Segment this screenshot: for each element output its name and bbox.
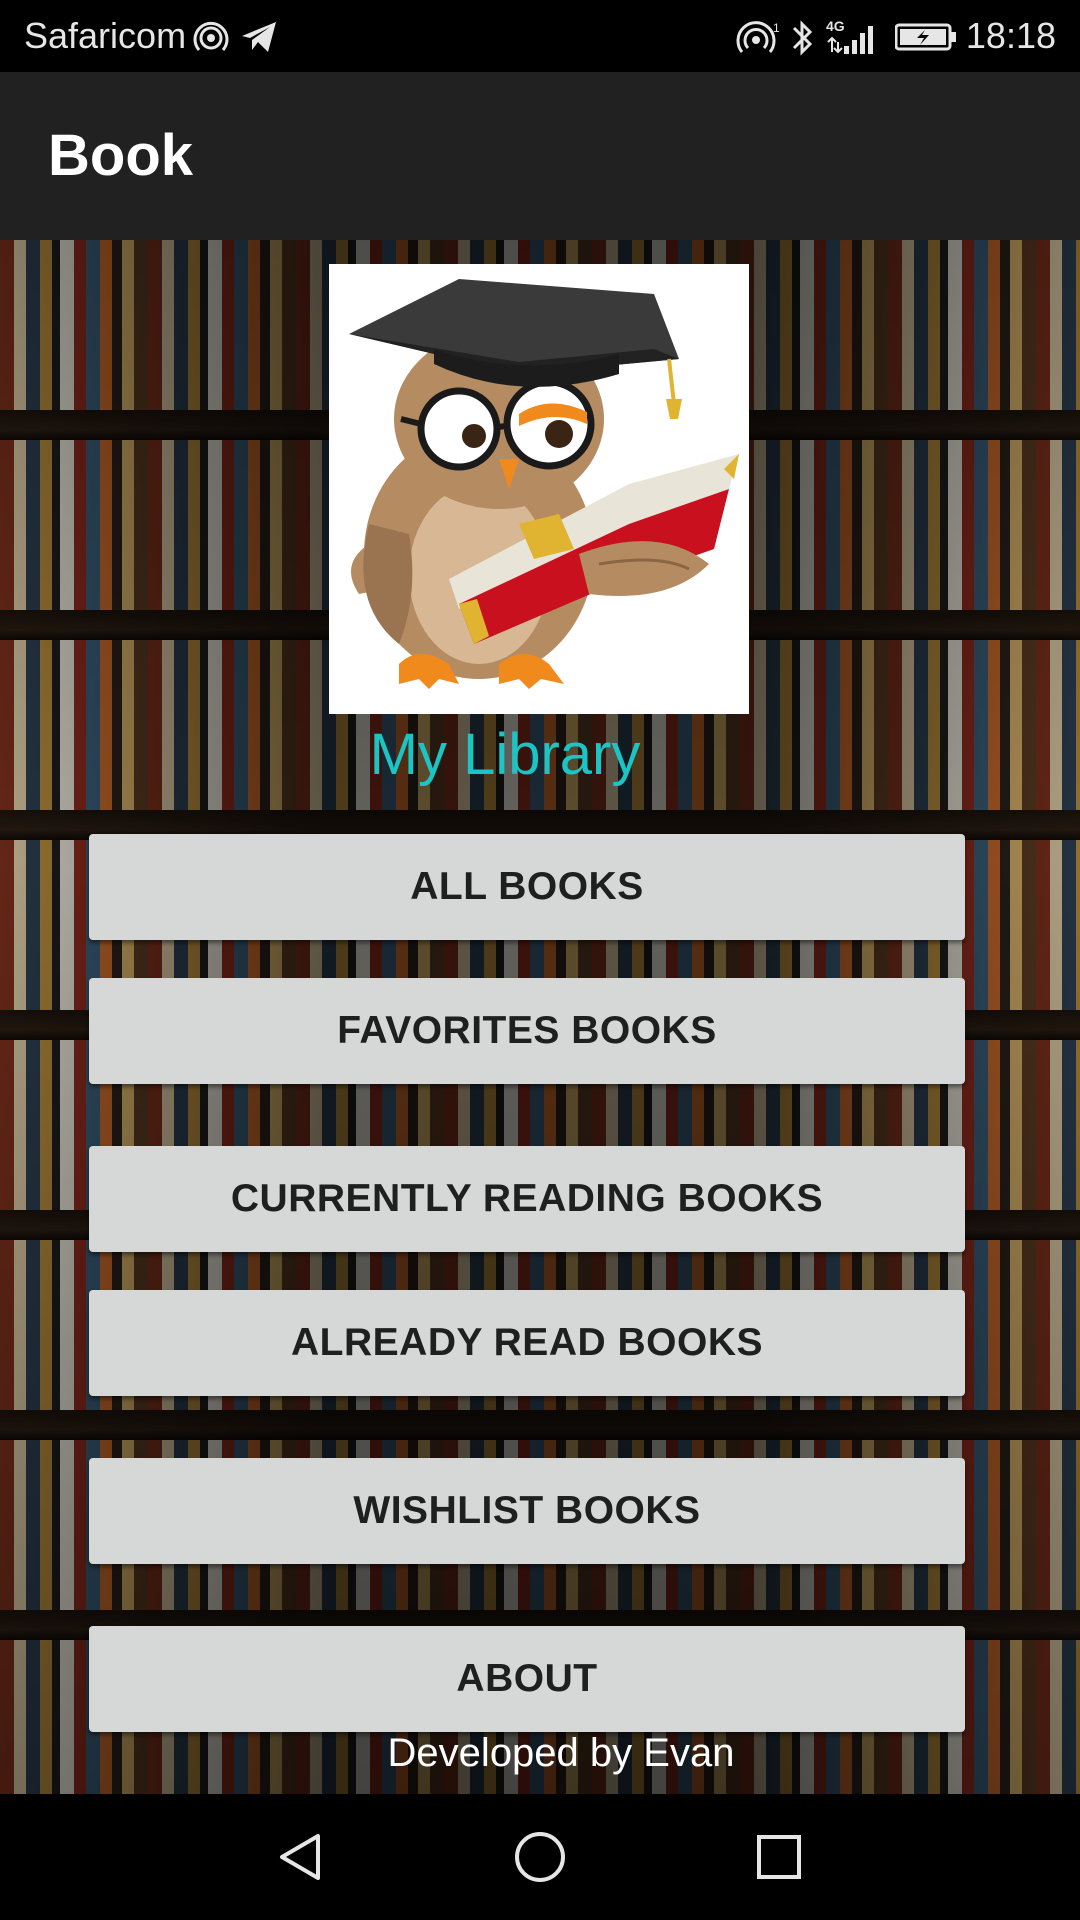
- home-icon[interactable]: [507, 1824, 573, 1890]
- app-title: Book: [48, 123, 193, 188]
- already-read-books-button[interactable]: ALREADY READ BOOKS: [89, 1290, 965, 1396]
- status-time: 18:18: [965, 15, 1056, 56]
- developer-credit: Developed by Evan: [387, 1731, 735, 1775]
- wishlist-books-button[interactable]: WISHLIST BOOKS: [89, 1458, 965, 1564]
- app-bar: Book: [0, 72, 1080, 240]
- hotspot-icon: [193, 21, 229, 51]
- hotspot-icon: 1: [736, 21, 780, 53]
- currently-reading-books-button[interactable]: CURRENTLY READING BOOKS: [89, 1146, 965, 1252]
- battery-charging-icon: [895, 23, 956, 51]
- library-title: My Library: [369, 722, 641, 787]
- signal-strength-icon: [827, 26, 873, 54]
- navigation-bar: [0, 1794, 1080, 1920]
- screen: Safaricom 1 4G 18:18 Book My Library ALL…: [0, 0, 1080, 1920]
- owl-reading-book-icon: [329, 264, 749, 714]
- recents-icon[interactable]: [746, 1824, 812, 1890]
- telegram-icon: [242, 22, 276, 52]
- all-books-button[interactable]: ALL BOOKS: [89, 834, 965, 940]
- back-icon[interactable]: [270, 1824, 336, 1890]
- bluetooth-icon: [792, 20, 813, 56]
- carrier-name: Safaricom: [24, 15, 187, 56]
- main-content: My Library ALL BOOKS FAVORITES BOOKS CUR…: [0, 240, 1080, 1794]
- about-button[interactable]: ABOUT: [89, 1626, 965, 1732]
- favorites-books-button[interactable]: FAVORITES BOOKS: [89, 978, 965, 1084]
- status-bar: Safaricom 1 4G 18:18: [0, 0, 1080, 72]
- svg-text:1: 1: [773, 21, 780, 35]
